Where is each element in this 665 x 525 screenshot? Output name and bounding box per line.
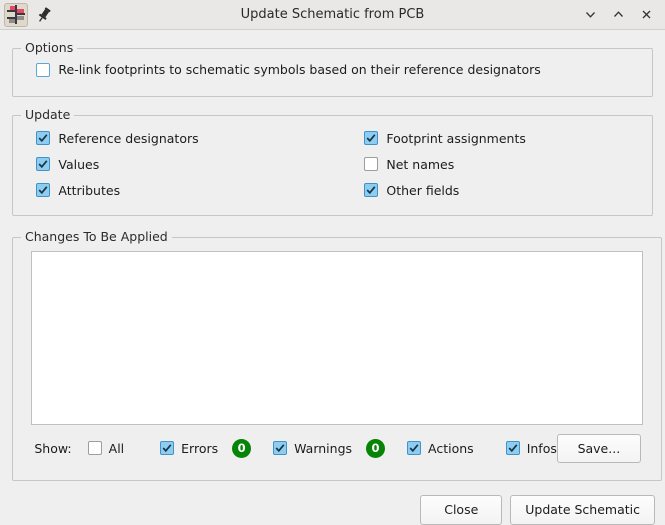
show-filter-all[interactable]: All: [88, 441, 125, 456]
update-item-values[interactable]: Values: [36, 157, 364, 172]
close-icon: [640, 8, 653, 21]
all-label: All: [109, 441, 125, 456]
update-schematic-button[interactable]: Update Schematic: [510, 495, 655, 525]
show-filter-warnings[interactable]: Warnings 0: [273, 439, 385, 458]
maximize-button[interactable]: [605, 3, 631, 27]
warnings-label: Warnings: [294, 441, 352, 456]
check-icon: [508, 443, 518, 453]
update-item-footprint-assignments[interactable]: Footprint assignments: [364, 131, 630, 146]
check-icon: [409, 443, 419, 453]
changes-legend: Changes To Be Applied: [21, 230, 172, 244]
relink-footprints-checkbox[interactable]: [36, 63, 50, 77]
kicad-schematic-icon: [4, 3, 28, 27]
dialog-content: Options Re-link footprints to schematic …: [0, 48, 665, 481]
check-icon: [366, 185, 376, 195]
reference-designators-checkbox[interactable]: [36, 131, 50, 145]
close-button[interactable]: [633, 3, 659, 27]
check-icon: [38, 185, 48, 195]
pin-icon[interactable]: [34, 5, 54, 25]
chevron-up-icon: [612, 8, 625, 21]
warnings-count-badge: 0: [366, 439, 385, 458]
options-group: Options Re-link footprints to schematic …: [12, 48, 653, 97]
save-button[interactable]: Save...: [557, 434, 641, 463]
relink-footprints-label: Re-link footprints to schematic symbols …: [58, 62, 540, 77]
errors-checkbox[interactable]: [160, 441, 174, 455]
other-fields-label: Other fields: [386, 183, 459, 198]
footprint-assignments-label: Footprint assignments: [386, 131, 526, 146]
window-titlebar: Update Schematic from PCB: [0, 0, 665, 30]
chevron-down-icon: [584, 8, 597, 21]
check-icon: [38, 159, 48, 169]
net-names-label: Net names: [386, 157, 454, 172]
check-icon: [275, 443, 285, 453]
attributes-label: Attributes: [58, 183, 120, 198]
update-legend: Update: [21, 108, 74, 122]
warnings-checkbox[interactable]: [273, 441, 287, 455]
dialog-footer: Close Update Schematic: [0, 481, 665, 525]
options-legend: Options: [21, 41, 77, 55]
close-button-footer[interactable]: Close: [420, 495, 502, 525]
infos-checkbox[interactable]: [506, 441, 520, 455]
minimize-button[interactable]: [577, 3, 603, 27]
footprint-assignments-checkbox[interactable]: [364, 131, 378, 145]
check-icon: [38, 133, 48, 143]
update-item-reference-designators[interactable]: Reference designators: [36, 131, 364, 146]
reference-designators-label: Reference designators: [58, 131, 198, 146]
attributes-checkbox[interactable]: [36, 183, 50, 197]
relink-footprints-row[interactable]: Re-link footprints to schematic symbols …: [36, 62, 630, 77]
show-filter-actions[interactable]: Actions: [407, 441, 474, 456]
update-item-other-fields[interactable]: Other fields: [364, 183, 630, 198]
net-names-checkbox[interactable]: [364, 157, 378, 171]
titlebar-left-icons: [0, 3, 54, 27]
values-checkbox[interactable]: [36, 157, 50, 171]
update-group: Update Reference designators: [12, 115, 653, 216]
infos-label: Infos: [527, 441, 557, 456]
window-title: Update Schematic from PCB: [0, 7, 665, 22]
actions-checkbox[interactable]: [407, 441, 421, 455]
errors-label: Errors: [181, 441, 218, 456]
actions-label: Actions: [428, 441, 474, 456]
window-controls: [577, 3, 665, 27]
check-icon: [162, 443, 172, 453]
changes-to-be-applied-group: Changes To Be Applied Show: All Errors: [12, 237, 662, 480]
all-checkbox[interactable]: [88, 441, 102, 455]
update-item-attributes[interactable]: Attributes: [36, 183, 364, 198]
show-filter-errors[interactable]: Errors 0: [160, 439, 251, 458]
update-item-net-names[interactable]: Net names: [364, 157, 630, 172]
errors-count-badge: 0: [232, 439, 251, 458]
other-fields-checkbox[interactable]: [364, 183, 378, 197]
values-label: Values: [58, 157, 99, 172]
check-icon: [366, 133, 376, 143]
show-filter-infos[interactable]: Infos: [506, 441, 557, 456]
show-label: Show:: [34, 441, 71, 456]
show-filter-bar: Show: All Errors 0: [31, 425, 643, 464]
changes-log-area[interactable]: [31, 251, 643, 425]
